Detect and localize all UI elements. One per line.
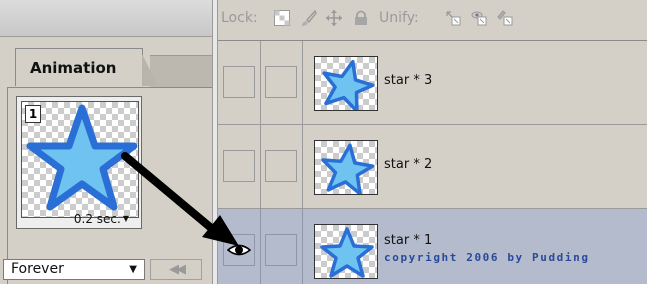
layer-thumbnail xyxy=(314,140,378,195)
screenshot-root: Animation 1 0.2 sec. ▼ Forever ▼ ◀◀ Lock… xyxy=(0,0,647,284)
star-thumbnail-icon xyxy=(320,227,374,278)
tab-strip-background xyxy=(150,55,212,87)
dropdown-caret-icon: ▼ xyxy=(129,264,137,275)
loop-options-value: Forever xyxy=(11,261,64,277)
layer-name: star * 1 xyxy=(384,233,433,248)
lock-label: Lock: xyxy=(221,10,258,26)
unify-style-icon[interactable] xyxy=(496,9,514,27)
frame-number: 1 xyxy=(25,105,41,123)
column-divider xyxy=(302,125,303,208)
copyright-watermark: copyright 2006 by Pudding xyxy=(384,251,590,264)
unify-position-icon[interactable] xyxy=(444,9,462,27)
animation-frame-1[interactable]: 1 0.2 sec. ▼ xyxy=(16,96,142,229)
eye-icon xyxy=(227,244,251,256)
frame-delay-value: 0.2 sec. xyxy=(73,212,121,226)
animation-palette: Animation 1 0.2 sec. ▼ Forever ▼ ◀◀ xyxy=(0,0,213,284)
lock-transparency-icon[interactable] xyxy=(273,9,291,27)
lock-move-icon[interactable] xyxy=(325,9,343,27)
star-thumbnail-icon xyxy=(322,59,375,110)
layers-palette: Lock: Unify: star * 3 star * 2 star * 1 … xyxy=(218,0,647,284)
frame-delay-dropdown[interactable]: 0.2 sec. ▼ xyxy=(74,212,129,226)
frame-thumbnail: 1 xyxy=(21,101,139,218)
lock-brush-icon[interactable] xyxy=(300,9,318,27)
unify-label: Unify: xyxy=(379,10,419,26)
column-divider xyxy=(302,209,303,284)
column-divider xyxy=(260,209,261,284)
layer-name: star * 2 xyxy=(384,157,433,172)
tab-edge xyxy=(142,54,158,86)
rewind-button[interactable]: ◀◀ xyxy=(150,259,202,280)
tab-animation-label: Animation xyxy=(30,59,117,77)
dropdown-caret-icon: ▼ xyxy=(122,214,129,223)
layer-link-toggle[interactable] xyxy=(265,66,297,98)
visibility-toggle[interactable] xyxy=(223,234,255,266)
lock-all-icon[interactable] xyxy=(352,9,370,27)
layer-name: star * 3 xyxy=(384,73,433,88)
rewind-icon: ◀◀ xyxy=(169,262,186,277)
layer-row-star-3[interactable]: star * 3 xyxy=(218,41,647,125)
column-divider xyxy=(260,125,261,208)
column-divider xyxy=(302,41,303,124)
layer-link-toggle[interactable] xyxy=(265,234,297,266)
visibility-toggle[interactable] xyxy=(223,66,255,98)
loop-options-select[interactable]: Forever ▼ xyxy=(3,259,145,280)
layer-row-star-2[interactable]: star * 2 xyxy=(218,125,647,209)
visibility-toggle[interactable] xyxy=(223,150,255,182)
layer-link-toggle[interactable] xyxy=(265,150,297,182)
layer-thumbnail xyxy=(314,56,378,111)
palette-title-bar[interactable] xyxy=(0,0,212,37)
layer-thumbnail xyxy=(314,224,378,279)
layers-toolbar: Lock: Unify: xyxy=(218,0,647,41)
column-divider xyxy=(260,41,261,124)
star-thumbnail-icon xyxy=(321,143,375,194)
layer-row-star-1[interactable]: star * 1 copyright 2006 by Pudding xyxy=(218,209,647,284)
unify-visibility-icon[interactable] xyxy=(470,9,488,27)
tab-animation[interactable]: Animation xyxy=(15,48,143,86)
palette-tab-strip: Animation xyxy=(0,48,212,88)
